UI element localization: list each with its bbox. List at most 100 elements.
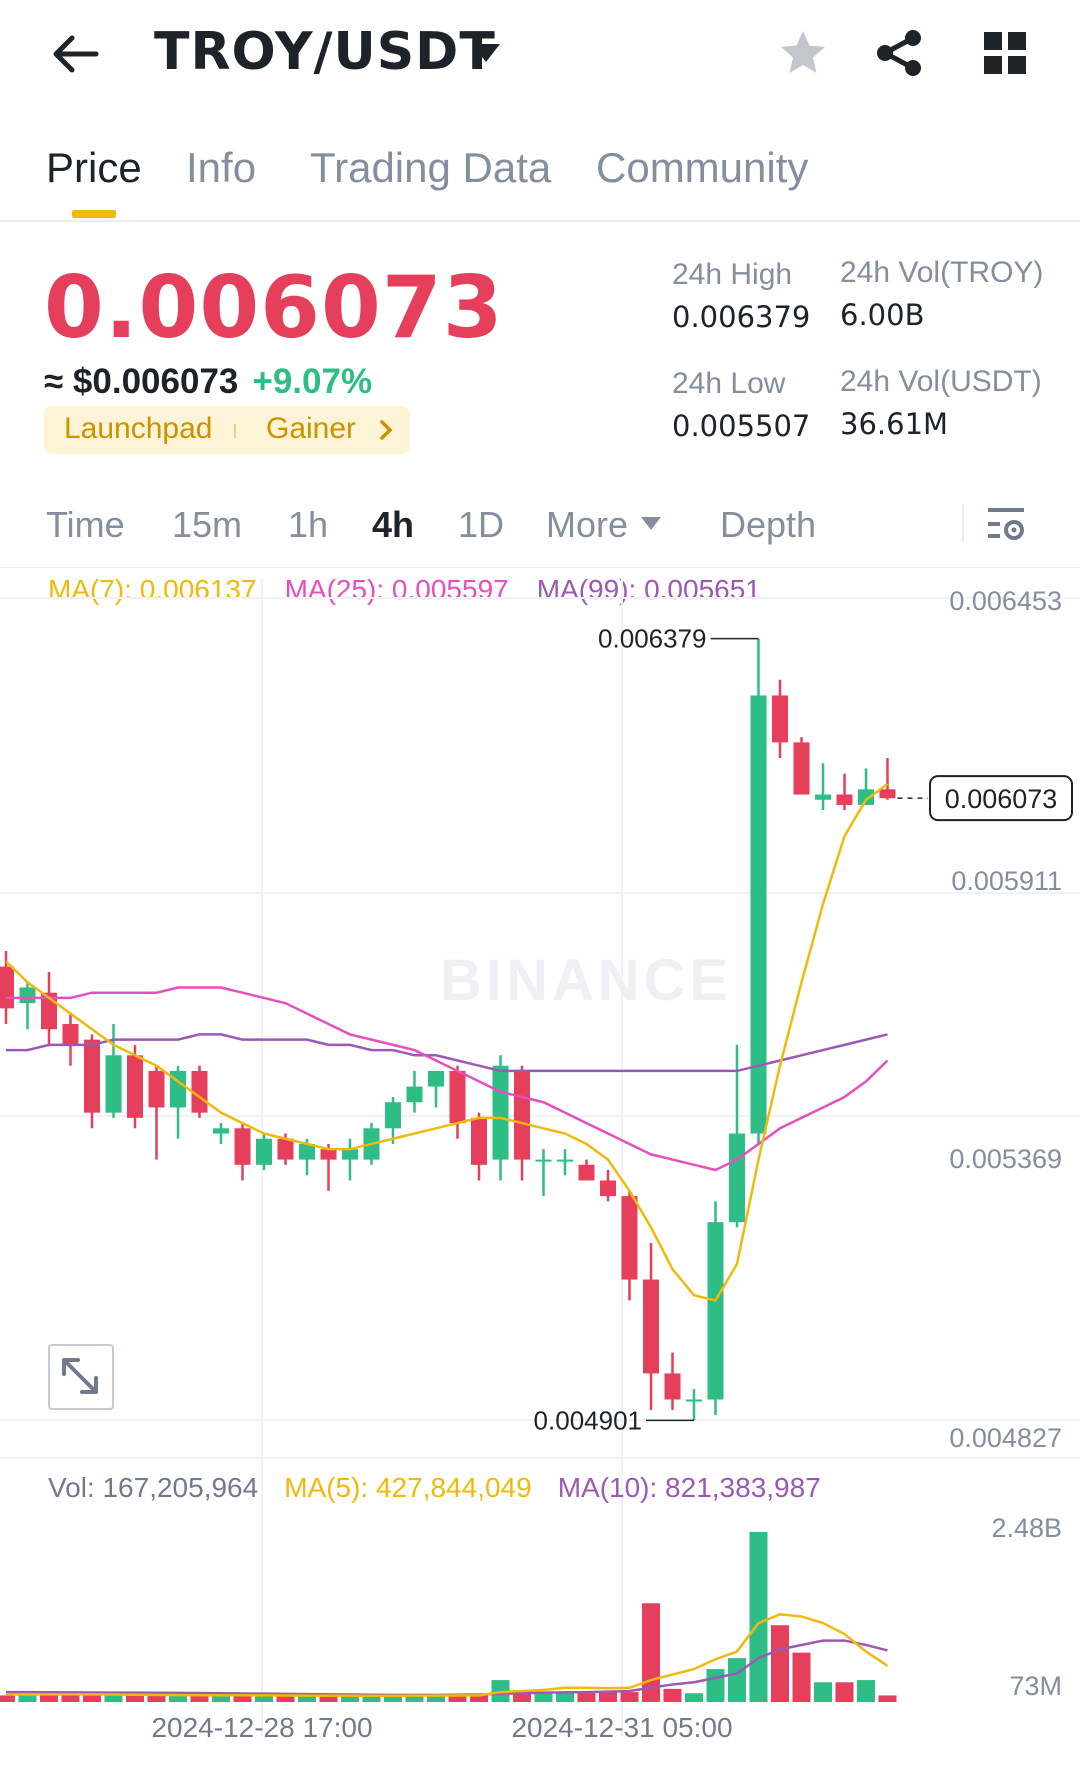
interval-more[interactable]: More <box>546 504 628 546</box>
candle-body <box>213 1128 229 1134</box>
candle-body <box>342 1149 358 1160</box>
volume-bar <box>18 1695 37 1702</box>
vol-troy-value: 6.00B <box>840 298 925 332</box>
candle-body <box>277 1138 294 1160</box>
volume-bar <box>577 1693 596 1702</box>
candle-body <box>686 1399 702 1402</box>
interval-time[interactable]: Time <box>46 504 125 546</box>
share-icon[interactable] <box>874 28 924 78</box>
volume-legend: Vol: 167,205,964 MA(5): 427,844,049 MA(10)… <box>48 1472 847 1504</box>
price-axis-tick: 0.006453 <box>949 586 1062 616</box>
volume-bar <box>212 1695 230 1702</box>
interval-1h[interactable]: 1h <box>288 504 328 546</box>
pair-title[interactable]: TROY/USDT <box>154 22 496 82</box>
star-icon[interactable] <box>778 28 828 78</box>
vol-usdt-value: 36.61M <box>840 407 949 441</box>
tab-trading-data[interactable]: Trading Data <box>310 144 551 192</box>
candle-body <box>471 1117 487 1165</box>
interval-bar: Time 15m 1h 4h 1D More Depth <box>0 492 1080 568</box>
tag-divider <box>234 424 236 438</box>
volume-bar <box>835 1682 854 1702</box>
divider <box>962 504 964 542</box>
expand-chart-button[interactable] <box>48 1344 114 1410</box>
vol-ma10-label: MA(10): 821,383,987 <box>557 1472 821 1503</box>
volume-bar <box>857 1680 875 1702</box>
candlestick-chart[interactable]: BINANCE 0.006453 0.005911 0.005369 0.004827 0… <box>0 568 1080 1768</box>
caret-down-icon <box>641 517 661 530</box>
volume-bar <box>771 1625 789 1702</box>
interval-1d[interactable]: 1D <box>458 504 504 546</box>
x-axis-tick: 2024-12-31 05:00 <box>511 1712 732 1743</box>
top-bar: TROY/USDT <box>0 0 1080 110</box>
candle-body <box>256 1138 272 1165</box>
candle-body <box>84 1039 100 1113</box>
volume-bar <box>620 1692 639 1702</box>
tab-bar: Price Info Trading Data Community <box>0 138 1080 222</box>
volume-bar <box>556 1693 574 1702</box>
candle-body <box>19 987 36 1004</box>
volume-bar <box>276 1695 295 1702</box>
grid-icon[interactable] <box>982 30 1028 76</box>
candle-body <box>836 794 853 805</box>
candle-body <box>707 1222 724 1400</box>
volume-bar <box>749 1532 768 1702</box>
volume-bar <box>663 1688 682 1702</box>
volume-bar <box>878 1695 897 1702</box>
price-change-percent: +9.07% <box>252 362 373 401</box>
candle-body <box>643 1279 659 1374</box>
candle-body <box>557 1159 573 1162</box>
volume-bar <box>0 1695 15 1702</box>
candle-body <box>385 1102 401 1129</box>
volume-bar <box>40 1694 58 1702</box>
candle-body <box>600 1180 616 1197</box>
chevron-down-icon[interactable] <box>470 42 502 66</box>
tag-launchpad: Launchpad <box>64 412 213 445</box>
volume-axis-tick: 2.48B <box>991 1513 1062 1543</box>
active-tab-indicator <box>72 210 116 218</box>
candle-body <box>535 1159 552 1162</box>
depth-tab[interactable]: Depth <box>720 504 816 546</box>
current-price-label: 0.006073 <box>945 784 1058 814</box>
candle-body <box>815 794 831 800</box>
candle-body <box>320 1149 337 1160</box>
chevron-right-icon <box>380 420 393 440</box>
candle-body <box>879 789 896 799</box>
back-arrow-icon[interactable] <box>50 28 102 80</box>
tab-info[interactable]: Info <box>186 144 256 192</box>
vol-ma5-label: MA(5): 427,844,049 <box>284 1472 532 1503</box>
volume-bar <box>83 1694 101 1702</box>
tab-price[interactable]: Price <box>46 144 142 192</box>
tag-gainer: Gainer <box>266 412 357 445</box>
candle-body <box>492 1065 509 1160</box>
high-24h-label: 24h High <box>672 258 793 291</box>
volume-axis-tick: 73M <box>1009 1671 1062 1701</box>
interval-4h[interactable]: 4h <box>372 504 414 546</box>
candle-body <box>621 1196 638 1280</box>
tag-chip[interactable]: Launchpad Gainer <box>44 406 410 454</box>
candle-body <box>148 1070 165 1108</box>
low-24h-label: 24h Low <box>672 367 786 400</box>
candle-body <box>234 1128 251 1165</box>
volume-bar <box>126 1695 144 1702</box>
volume-bar <box>728 1658 746 1702</box>
volume-bar <box>814 1682 832 1702</box>
volume-bar <box>599 1692 617 1702</box>
candle-body <box>449 1070 466 1124</box>
interval-15m[interactable]: 15m <box>172 504 242 546</box>
price-axis-tick: 0.005911 <box>951 866 1062 896</box>
low-marker-label: 0.004901 <box>534 1405 642 1435</box>
last-price: 0.006073 <box>44 258 504 358</box>
volume-bar <box>147 1695 166 1702</box>
volume-bar <box>706 1669 725 1702</box>
candle-body <box>664 1373 681 1400</box>
candle-body <box>62 1024 79 1045</box>
volume-label: Vol: 167,205,964 <box>48 1472 259 1503</box>
candle-body <box>406 1086 423 1103</box>
volume-bar <box>685 1693 703 1702</box>
chart-settings-icon[interactable] <box>986 504 1026 544</box>
tab-community[interactable]: Community <box>596 144 808 192</box>
price-axis-tick: 0.004827 <box>949 1423 1062 1453</box>
usd-price-row: ≈ $0.006073 +9.07% <box>44 362 372 402</box>
candle-body <box>578 1164 595 1181</box>
low-24h-value: 0.005507 <box>672 409 811 443</box>
